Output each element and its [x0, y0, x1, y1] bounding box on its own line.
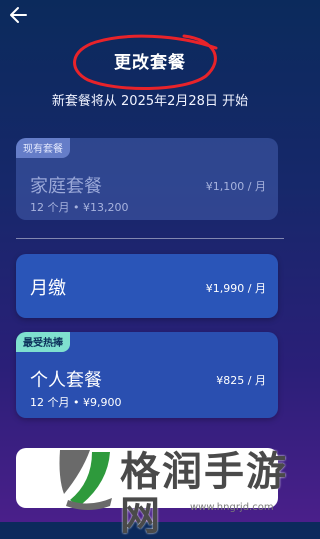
- arrow-left-icon: [10, 7, 27, 23]
- watermark-url: www.hngrjd.com: [190, 502, 274, 513]
- watermark-text: 格润手游网: [120, 449, 288, 539]
- divider: [16, 238, 284, 239]
- current-plan-badge: 现有套餐: [16, 138, 70, 158]
- monthly-plan-card[interactable]: 月缴 ¥1,990 / 月: [16, 254, 278, 318]
- current-plan-name: 家庭套餐: [30, 176, 102, 197]
- monthly-plan-name: 月缴: [30, 278, 66, 299]
- personal-plan-meta: 12 个月 • ¥9,900: [30, 396, 122, 409]
- start-date-notice: 新套餐将从 2025年2月28日 开始: [51, 94, 249, 109]
- current-plan-meta: 12 个月 • ¥13,200: [30, 201, 129, 214]
- monthly-plan-price: ¥1,990 / 月: [205, 282, 266, 295]
- watermark-logo-icon: [59, 450, 112, 510]
- back-button[interactable]: [6, 4, 32, 28]
- site-watermark: 格润手游网 www.hngrjd.com: [52, 440, 300, 538]
- most-popular-badge: 最受热捧: [16, 332, 70, 352]
- personal-plan-card[interactable]: 最受热捧 个人套餐 ¥825 / 月 12 个月 • ¥9,900: [16, 332, 278, 418]
- current-plan-card: 现有套餐 家庭套餐 ¥1,100 / 月 12 个月 • ¥13,200: [16, 138, 278, 220]
- current-plan-price: ¥1,100 / 月: [205, 180, 266, 193]
- personal-plan-price: ¥825 / 月: [216, 374, 266, 387]
- page-title: 更改套餐: [114, 53, 186, 73]
- personal-plan-name: 个人套餐: [30, 370, 102, 391]
